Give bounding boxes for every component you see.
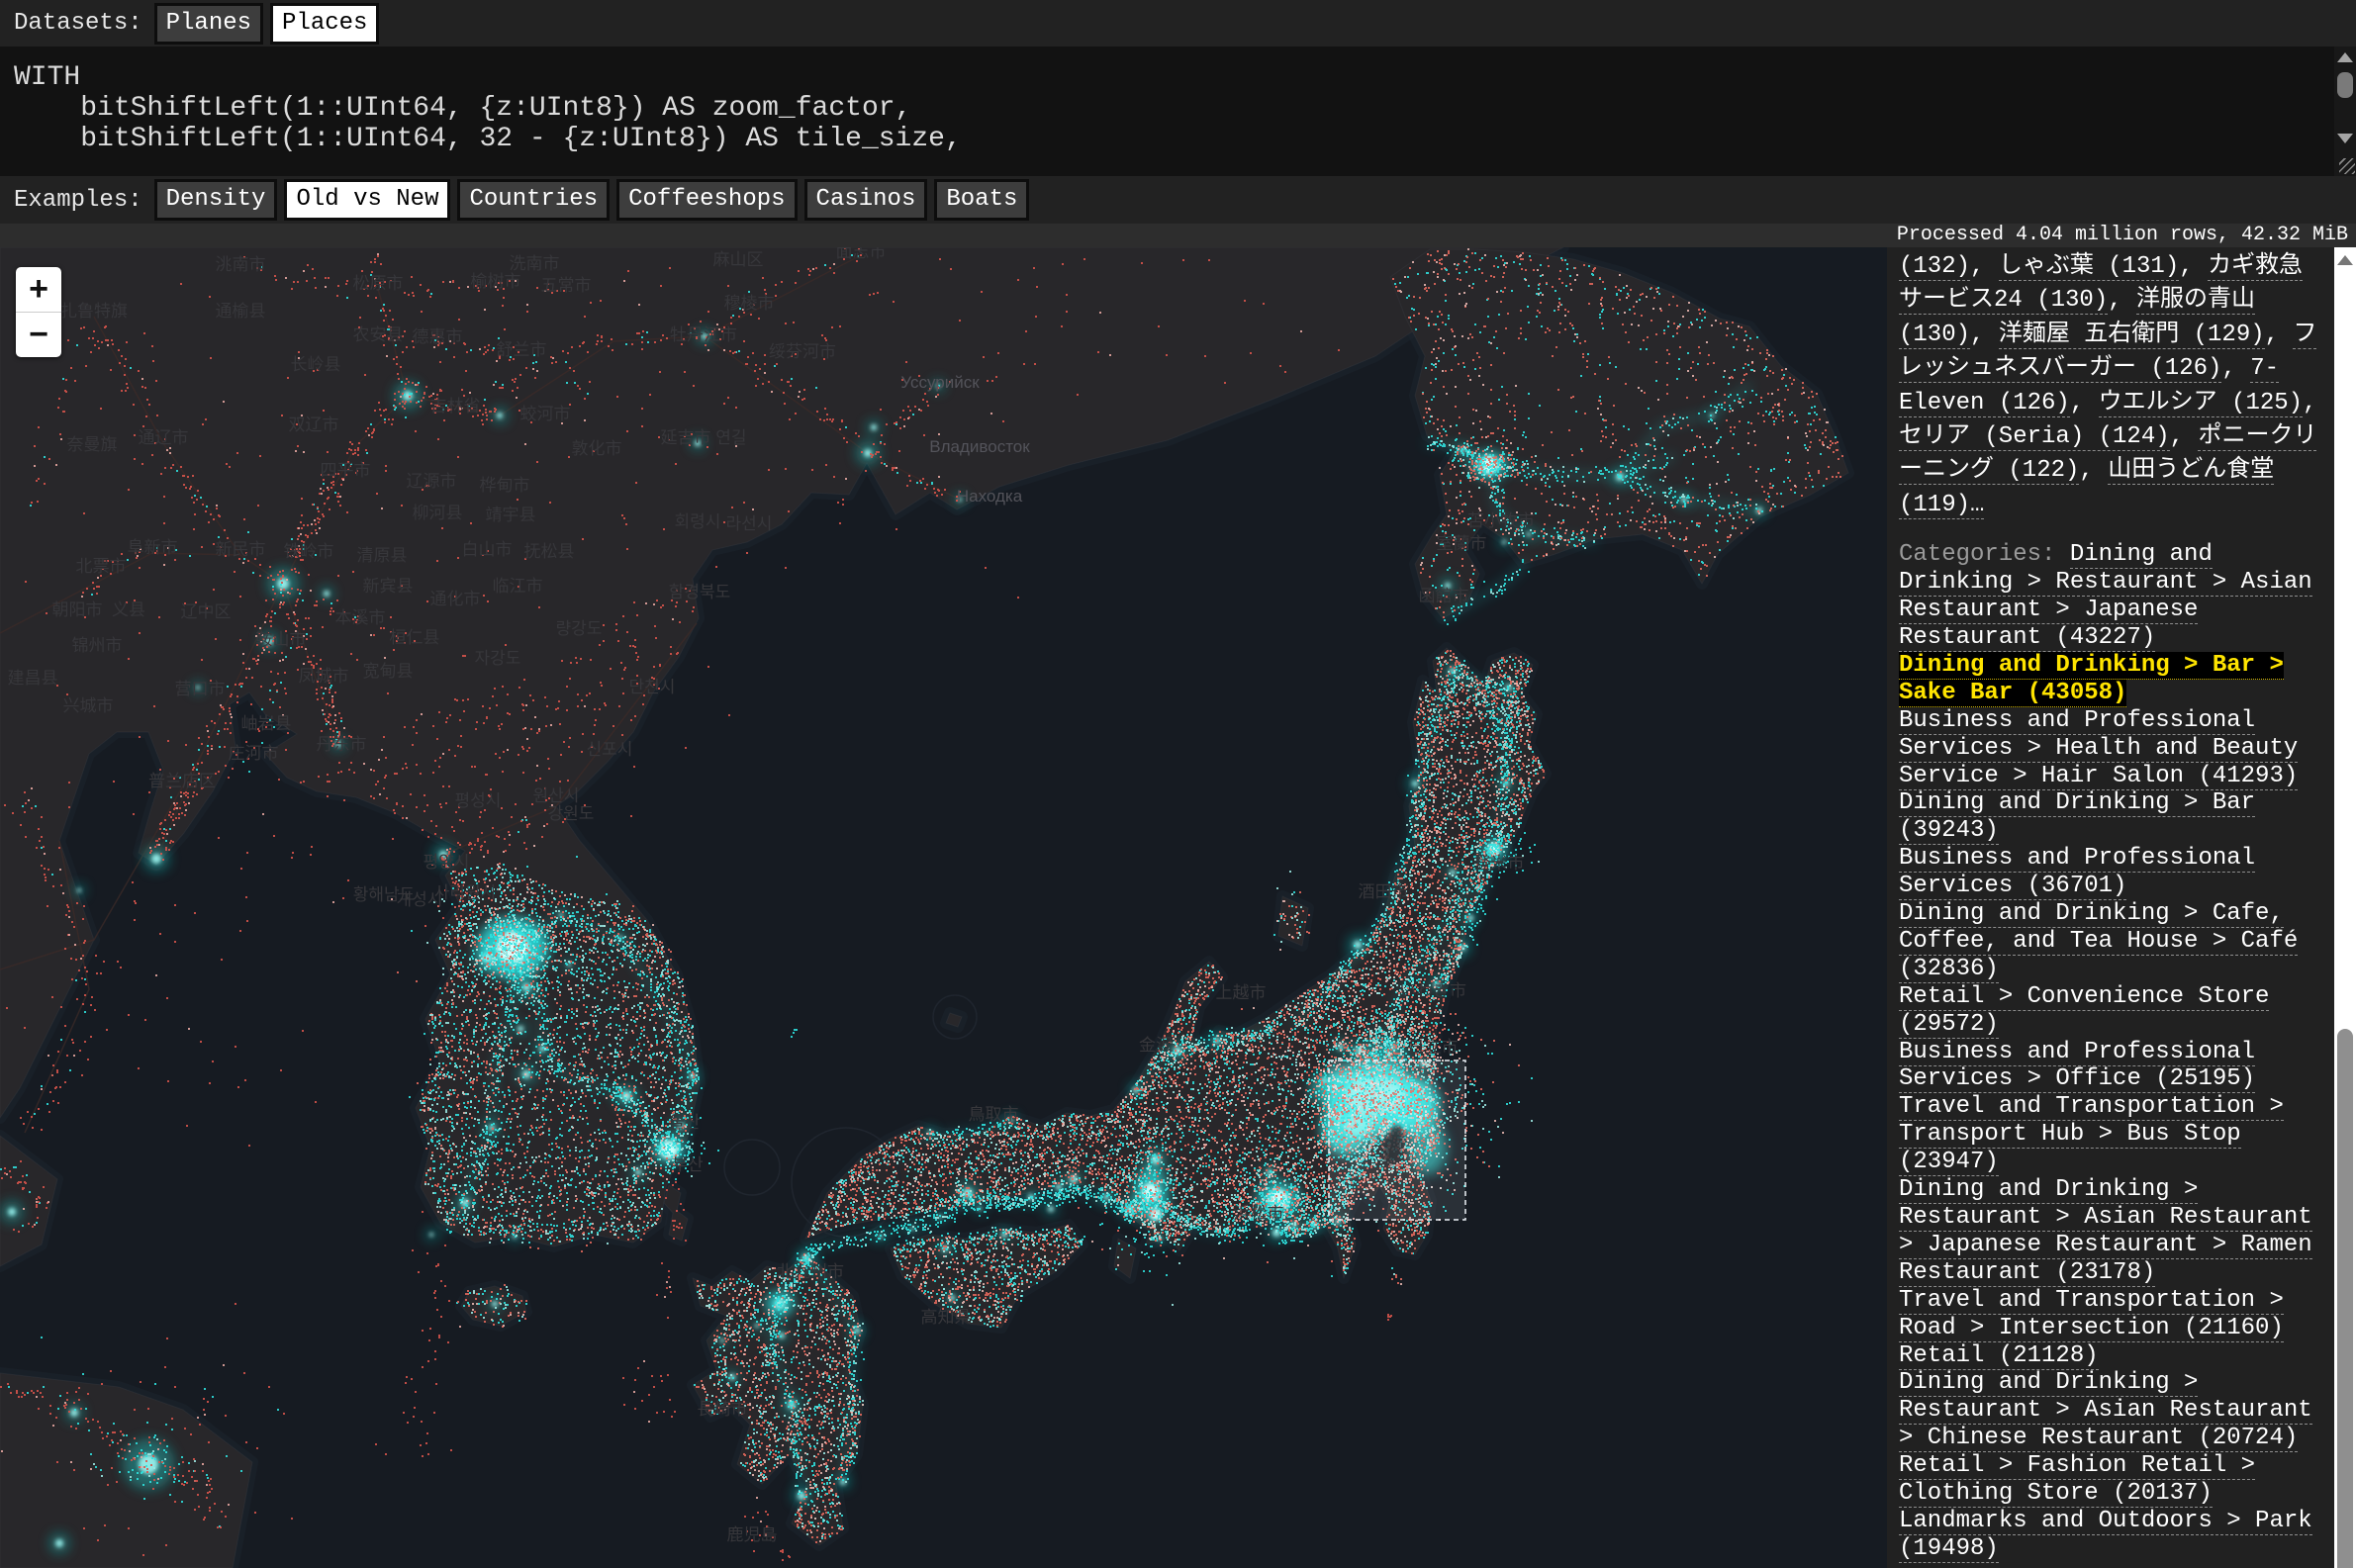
svg-text:通榆县: 通榆县 bbox=[216, 302, 266, 321]
svg-text:兴城市: 兴城市 bbox=[63, 696, 114, 715]
svg-text:五常市: 五常市 bbox=[541, 276, 592, 295]
svg-text:登米市: 登米市 bbox=[1474, 854, 1525, 873]
svg-text:蛟河市: 蛟河市 bbox=[520, 405, 571, 423]
svg-text:함경북도: 함경북도 bbox=[669, 583, 731, 601]
svg-text:敦化市: 敦化市 bbox=[572, 439, 622, 458]
svg-text:鳥取市: 鳥取市 bbox=[969, 1105, 1019, 1124]
svg-text:鹿児島: 鹿児島 bbox=[727, 1525, 778, 1544]
svg-text:建昌县: 建昌县 bbox=[8, 669, 58, 688]
svg-text:铁岭市: 铁岭市 bbox=[284, 542, 334, 561]
svg-text:金沢: 金沢 bbox=[1139, 1036, 1173, 1055]
svg-text:营口市: 营口市 bbox=[175, 680, 226, 698]
svg-text:평성시: 평성시 bbox=[455, 791, 502, 810]
svg-text:牡丹江市: 牡丹江市 bbox=[670, 325, 737, 344]
svg-text:延吉市 연길: 延吉市 연길 bbox=[660, 428, 746, 447]
svg-text:苫小牧市: 苫小牧市 bbox=[1467, 511, 1535, 530]
svg-text:麻山区: 麻山区 bbox=[713, 250, 764, 269]
svg-text:원산시: 원산시 bbox=[533, 786, 580, 805]
svg-text:榆树市: 榆树市 bbox=[471, 272, 521, 291]
svg-text:鞍山市: 鞍山市 bbox=[256, 630, 307, 649]
svg-text:浜松市: 浜松市 bbox=[1234, 1204, 1284, 1223]
svg-text:いわき市: いわき市 bbox=[1399, 981, 1466, 1000]
svg-text:松原市: 松原市 bbox=[353, 274, 404, 293]
svg-text:신포시: 신포시 bbox=[587, 740, 633, 759]
svg-text:라선시: 라선시 bbox=[726, 514, 773, 533]
svg-text:奈曼旗: 奈曼旗 bbox=[67, 435, 118, 454]
svg-text:四平市: 四平市 bbox=[321, 461, 371, 480]
svg-text:庄河市: 庄河市 bbox=[229, 744, 279, 763]
svg-text:面志市: 面志市 bbox=[836, 247, 887, 261]
svg-text:단천시: 단천시 bbox=[629, 678, 676, 696]
svg-text:义县: 义县 bbox=[112, 600, 145, 619]
svg-text:岫岩县: 岫岩县 bbox=[241, 714, 292, 733]
svg-text:上越市: 上越市 bbox=[1216, 983, 1267, 1002]
svg-text:普兰店区: 普兰店区 bbox=[148, 772, 216, 790]
svg-text:울산: 울산 bbox=[669, 1113, 701, 1132]
svg-text:洮南市: 洮南市 bbox=[216, 255, 266, 274]
svg-text:자강도: 자강도 bbox=[475, 649, 521, 668]
svg-text:本溪市: 本溪市 bbox=[335, 608, 386, 627]
svg-text:白山市: 白山市 bbox=[462, 540, 513, 559]
svg-text:Находка: Находка bbox=[957, 487, 1023, 506]
svg-text:辽源市: 辽源市 bbox=[407, 472, 457, 491]
svg-text:舒兰市: 舒兰市 bbox=[497, 340, 547, 359]
svg-text:사리원시: 사리원시 bbox=[434, 883, 497, 902]
svg-text:通辽市: 通辽市 bbox=[139, 428, 189, 447]
svg-text:临江市: 临江市 bbox=[493, 577, 543, 596]
svg-text:锦州市: 锦州市 bbox=[72, 636, 123, 655]
svg-text:량강도: 량강도 bbox=[556, 619, 603, 638]
svg-text:扎鲁特旗: 扎鲁特旗 bbox=[60, 302, 128, 321]
svg-text:阜新市: 阜新市 bbox=[128, 538, 178, 557]
svg-text:柳河县: 柳河县 bbox=[413, 504, 463, 522]
svg-text:新宾县: 新宾县 bbox=[363, 577, 414, 596]
svg-text:朝阳市: 朝阳市 bbox=[52, 600, 103, 619]
svg-text:강원도: 강원도 bbox=[548, 804, 595, 823]
svg-text:洗南市: 洗南市 bbox=[510, 254, 560, 273]
svg-text:清原县: 清原县 bbox=[357, 546, 408, 565]
svg-text:绥芬河市: 绥芬河市 bbox=[769, 342, 836, 361]
svg-text:日立市: 日立市 bbox=[1408, 1038, 1459, 1057]
svg-text:宽甸县: 宽甸县 bbox=[363, 662, 414, 681]
svg-text:桦甸市: 桦甸市 bbox=[480, 476, 530, 495]
svg-text:吉林省: 吉林省 bbox=[430, 397, 481, 415]
svg-text:凤城市: 凤城市 bbox=[299, 667, 349, 686]
svg-text:부산: 부산 bbox=[672, 1155, 704, 1174]
svg-text:抚松县: 抚松县 bbox=[524, 542, 575, 561]
svg-text:函館市: 函館市 bbox=[1419, 587, 1469, 605]
svg-text:황해남도: 황해남도 bbox=[353, 885, 416, 904]
svg-text:北票市: 北票市 bbox=[76, 557, 127, 576]
svg-text:丹东市: 丹东市 bbox=[317, 735, 367, 754]
svg-text:高知県: 高知県 bbox=[921, 1308, 972, 1327]
svg-text:德惠市: 德惠市 bbox=[413, 327, 463, 346]
svg-text:長崎市: 長崎市 bbox=[698, 1400, 748, 1419]
svg-text:평양시: 평양시 bbox=[424, 853, 470, 872]
svg-text:通化市: 通化市 bbox=[430, 590, 481, 608]
svg-text:双辽市: 双辽市 bbox=[289, 415, 339, 434]
svg-text:室蘭市: 室蘭市 bbox=[1437, 534, 1487, 553]
svg-text:Уссурийск: Уссурийск bbox=[900, 373, 980, 392]
svg-text:辽中区: 辽中区 bbox=[181, 602, 232, 621]
svg-text:桓仁县: 桓仁县 bbox=[390, 628, 440, 647]
svg-text:穆棱市: 穆棱市 bbox=[724, 294, 775, 313]
svg-text:靖宇县: 靖宇县 bbox=[486, 506, 536, 524]
svg-text:北九州市: 北九州市 bbox=[777, 1262, 844, 1281]
svg-text:农安县: 农安县 bbox=[353, 325, 404, 344]
svg-text:酒田市: 酒田市 bbox=[1359, 882, 1409, 901]
svg-text:회령시: 회령시 bbox=[675, 512, 721, 531]
svg-text:Владивосток: Владивосток bbox=[929, 437, 1030, 456]
svg-text:长岭县: 长岭县 bbox=[291, 355, 341, 374]
svg-text:新民市: 新民市 bbox=[216, 540, 266, 559]
